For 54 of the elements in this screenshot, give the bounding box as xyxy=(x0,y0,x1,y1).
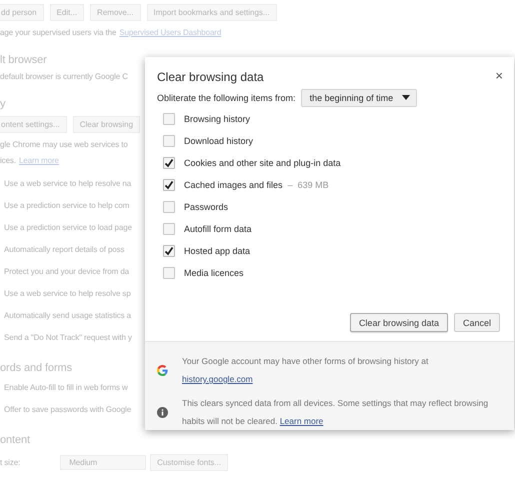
time-range-dropdown[interactable]: the beginning of time xyxy=(300,88,418,106)
link[interactable]: Learn more xyxy=(18,156,59,164)
notice-text: Your Google account may have other forms of browsing history at history.google.com xyxy=(182,355,430,386)
settings-button[interactable]: Clear browsing xyxy=(72,116,140,132)
checkbox-label: Cached images and files xyxy=(184,180,283,190)
option-label: Protect you and your device from da xyxy=(4,266,130,276)
settings-button[interactable]: dd person xyxy=(0,4,44,20)
description-text: age your supervised users via the xyxy=(0,28,116,36)
checkbox-label: Cookies and other site and plug-in data xyxy=(184,158,341,168)
settings-button[interactable]: Edit... xyxy=(50,4,84,20)
checkbox[interactable] xyxy=(163,157,175,169)
settings-button[interactable]: Import bookmarks and settings... xyxy=(146,4,277,20)
link[interactable]: history.google.com xyxy=(182,374,253,384)
option-label: Automatically send usage statistics a xyxy=(4,310,132,320)
option-label: Send a "Do Not Track" request with y xyxy=(4,332,132,342)
clear-data-button[interactable]: Clear browsing data xyxy=(350,313,448,332)
link[interactable]: Supervised Users Dashboard xyxy=(119,28,222,36)
checkbox-label: Passwords xyxy=(184,202,228,212)
section-heading: ords and forms xyxy=(0,362,72,374)
settings-button[interactable]: Remove... xyxy=(90,4,141,20)
checkbox-label: Download history xyxy=(184,136,254,146)
link[interactable]: Learn more xyxy=(280,416,324,426)
checkbox-label: Media licences xyxy=(184,268,244,278)
size-text: – 639 MB xyxy=(288,180,329,190)
description-text: default browser is currently Google C xyxy=(0,72,128,80)
option-label: Use a web service to help resolve na xyxy=(4,178,132,188)
option-label: Automatically report details of poss xyxy=(4,244,124,254)
google-logo-icon xyxy=(157,364,168,376)
checkbox-label: Hosted app data xyxy=(184,246,250,256)
section-heading: ontent xyxy=(0,434,30,446)
checkbox-label: Autofill form data xyxy=(184,224,252,234)
option-label: Enable Auto-fill to fill in web forms w xyxy=(4,382,128,392)
section-heading: lt browser xyxy=(0,54,47,66)
cancel-button[interactable]: Cancel xyxy=(454,313,500,332)
section-heading: y xyxy=(0,98,6,110)
font-size-dropdown[interactable]: Medium xyxy=(60,454,146,470)
info-icon xyxy=(157,406,168,418)
option-label: Use a prediction service to help com xyxy=(4,200,130,210)
checkbox[interactable] xyxy=(163,179,175,191)
caret-icon xyxy=(402,95,410,100)
option-label: Use a web service to help resolve sp xyxy=(4,288,131,298)
dialog-title: Clear browsing data xyxy=(157,70,264,86)
close-button[interactable]: × xyxy=(492,69,506,83)
customise-fonts-button[interactable]: Customise fonts... xyxy=(150,454,228,470)
settings-button[interactable]: ontent settings... xyxy=(0,116,67,132)
checkbox-label: Browsing history xyxy=(184,114,250,124)
description-text: gle Chrome may use web services to xyxy=(0,140,128,148)
option-label: Offer to save passwords with Google xyxy=(4,404,132,414)
field-label: t size: xyxy=(0,458,20,466)
range-label: Obliterate the following items from: xyxy=(157,92,296,102)
option-label: Use a prediction service to load page xyxy=(4,222,132,232)
checkbox[interactable] xyxy=(163,245,175,257)
notice-text: This clears synced data from all devices. Some settings that may reflect browsing habits will not be cleared. Learn more xyxy=(182,397,490,428)
description-text: ices. xyxy=(0,156,16,164)
